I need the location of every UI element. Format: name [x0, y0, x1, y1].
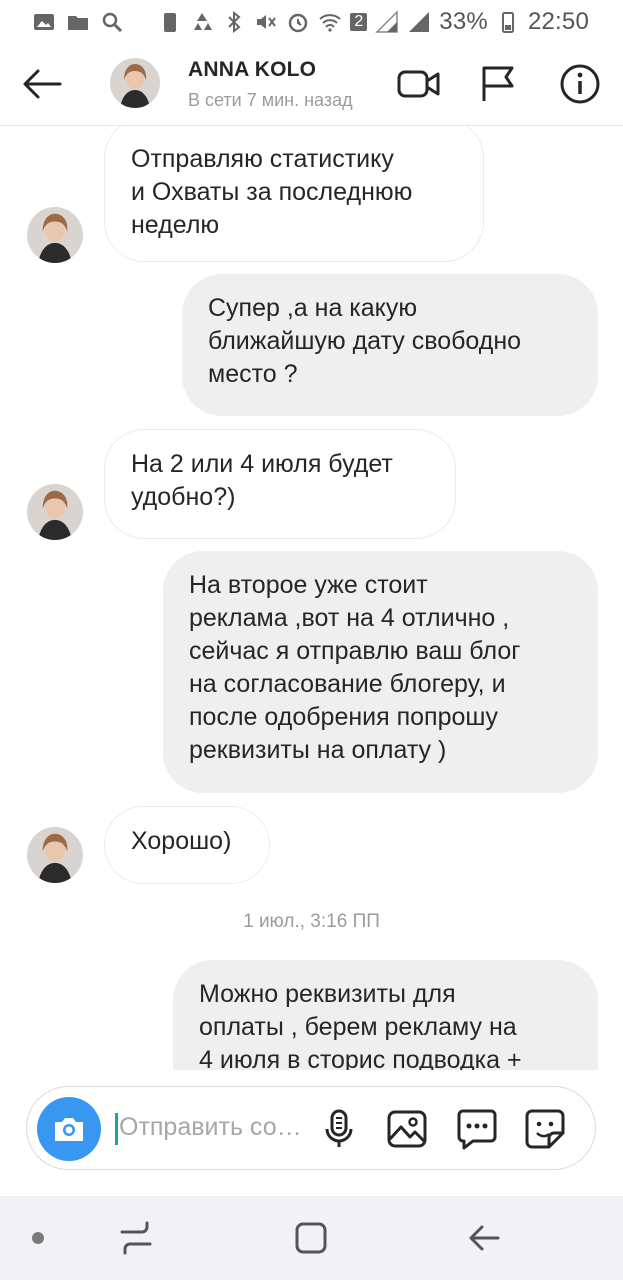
- recycle-icon: [194, 13, 213, 30]
- search-notification-icon: [102, 12, 123, 33]
- sender-avatar[interactable]: [27, 207, 83, 263]
- video-call-icon[interactable]: [396, 64, 442, 104]
- signal-icon: [375, 10, 399, 33]
- microphone-icon[interactable]: [317, 1107, 361, 1151]
- image-notification-icon: [34, 14, 54, 30]
- camera-icon: [55, 1118, 83, 1141]
- folder-notification-icon: [68, 16, 88, 30]
- sticker-icon[interactable]: [523, 1107, 567, 1151]
- back-icon[interactable]: [464, 1218, 504, 1258]
- message-outgoing[interactable]: Супер ,а на какую ближайшую дату свободн…: [182, 274, 598, 416]
- message-text: Отправляю статистику и Охваты за последн…: [131, 145, 413, 239]
- message-composer[interactable]: Отправить сообщение...: [26, 1086, 596, 1170]
- battery-saver-icon: [164, 13, 177, 32]
- sim-badge: 2: [350, 13, 368, 31]
- message-text: Супер ,а на какую ближайшую дату свободн…: [208, 294, 522, 388]
- message-text: Можно реквизиты для оплаты , берем рекла…: [199, 980, 522, 1070]
- text-caret: [115, 1113, 118, 1145]
- avatar[interactable]: [110, 58, 160, 108]
- camera-button[interactable]: [37, 1097, 101, 1161]
- alarm-icon: [289, 13, 308, 33]
- info-icon[interactable]: [558, 62, 602, 106]
- mute-icon: [257, 15, 277, 29]
- wifi-icon: [319, 14, 342, 32]
- bluetooth-icon: [228, 10, 241, 34]
- contact-status: В сети 7 мин. назад: [188, 90, 353, 110]
- message-outgoing[interactable]: На второе уже стоит реклама ,вот на 4 от…: [163, 551, 598, 793]
- message-incoming[interactable]: Хорошо): [104, 806, 270, 884]
- sender-avatar[interactable]: [27, 484, 83, 540]
- message-text: На 2 или 4 июля будет удобно?): [131, 450, 393, 511]
- sender-avatar[interactable]: [27, 827, 83, 883]
- status-bar: 2 33% 22:50: [0, 0, 623, 44]
- system-navigation-bar: [0, 1196, 623, 1280]
- battery-icon: [501, 12, 514, 33]
- message-incoming[interactable]: Отправляю статистику и Охваты за последн…: [104, 126, 484, 262]
- message-outgoing[interactable]: Можно реквизиты для оплаты , берем рекла…: [173, 960, 598, 1070]
- flag-icon[interactable]: [478, 64, 518, 104]
- clock: 22:50: [527, 8, 589, 35]
- battery-percent: 33%: [439, 8, 488, 35]
- message-timestamp: 1 июл., 3:16 ПП: [243, 911, 380, 932]
- message-options-icon[interactable]: [455, 1107, 499, 1151]
- signal-icon-2: [409, 12, 430, 32]
- gallery-icon[interactable]: [385, 1107, 429, 1151]
- nav-indicator-dot: [32, 1232, 44, 1244]
- message-text: На второе уже стоит реклама ,вот на 4 от…: [189, 571, 521, 764]
- recent-apps-icon[interactable]: [116, 1218, 156, 1258]
- contact-name[interactable]: ANNA KOLO: [188, 58, 316, 82]
- back-arrow-icon[interactable]: [18, 60, 66, 108]
- message-thread[interactable]: Отправляю статистику и Охваты за последн…: [0, 126, 623, 1070]
- message-text: Хорошо): [131, 827, 232, 855]
- message-incoming[interactable]: На 2 или 4 июля будет удобно?): [104, 429, 456, 539]
- composer-area: Отправить сообщение...: [0, 1070, 623, 1196]
- chat-header: ANNA KOLO В сети 7 мин. назад: [0, 44, 623, 126]
- message-input[interactable]: Отправить сообщение...: [119, 1113, 304, 1142]
- home-icon[interactable]: [291, 1218, 331, 1258]
